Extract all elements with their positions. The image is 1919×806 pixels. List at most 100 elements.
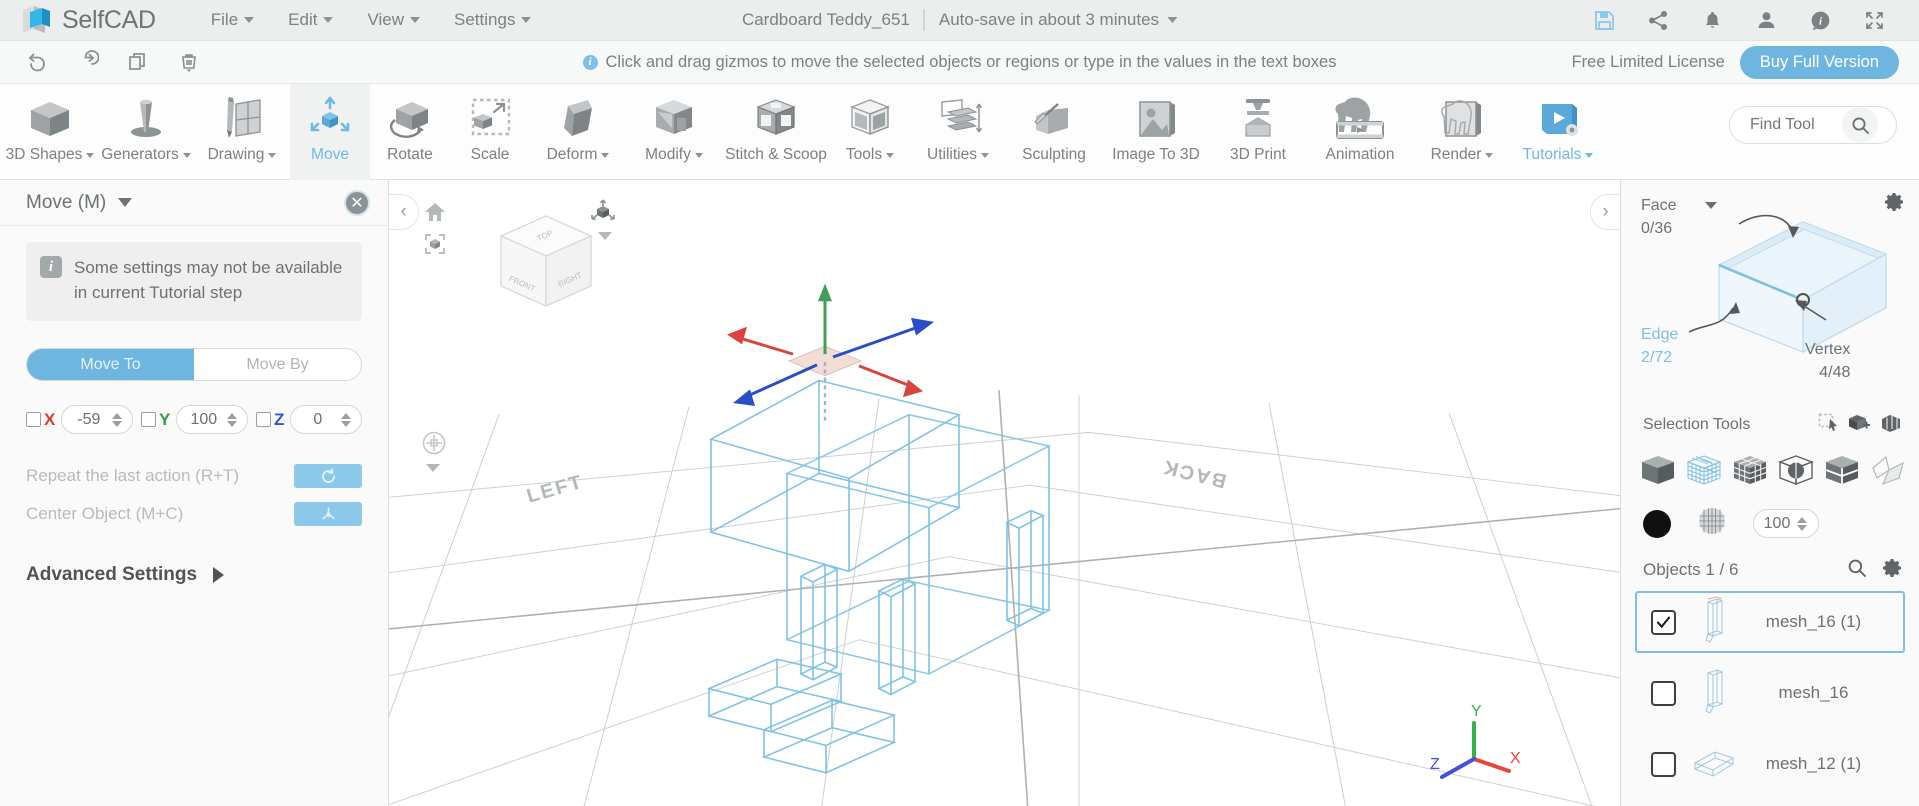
menu-item-settings[interactable]: Settings [437,6,548,34]
brush-color-swatch[interactable] [1643,509,1671,538]
object-checkbox[interactable] [1651,609,1676,635]
tool-tools[interactable]: Tools [830,84,910,180]
fullscreen-icon[interactable] [1847,0,1901,41]
center-object-icon[interactable] [294,502,362,527]
info-icon: i [40,256,62,278]
solid-cube-select-icon[interactable] [1637,450,1679,492]
axis-orientation-gizmo: Y X Z [1424,699,1524,794]
close-panel-button[interactable]: ✕ [344,189,370,216]
tool-deform[interactable]: Deform [530,84,626,180]
tool-render[interactable]: Render [1414,84,1510,180]
vertex-selection-mode[interactable]: Vertex 4/48 [1805,338,1850,384]
home-view-icon[interactable] [423,200,447,229]
info-icon[interactable]: i [1793,0,1847,41]
tool-utilities[interactable]: Utilities [910,84,1006,180]
navigation-cube[interactable]: TOP FRONT RIGHT [451,198,611,338]
vertex-mode-count: 4/48 [1819,364,1851,382]
flat-plane-select-icon[interactable] [1867,450,1909,492]
project-name[interactable]: Cardboard Teddy_651 [742,10,924,30]
buy-full-version-button[interactable]: Buy Full Version [1739,45,1899,79]
tool-modify[interactable]: Modify [626,84,722,180]
axis-x-stepper[interactable] [61,405,133,435]
save-icon[interactable] [1577,0,1631,41]
axis-z-checkbox[interactable] [255,412,271,428]
list-item[interactable]: mesh_16 [1635,662,1905,724]
tool-image-to-3d[interactable]: Image To 3D [1102,84,1210,180]
axis-y-stepper[interactable] [176,405,248,435]
wireframe-cube-select-icon[interactable] [1683,450,1725,492]
undo-icon[interactable] [10,41,61,84]
brand-logo-area[interactable]: SelfCAD [0,4,156,37]
share-icon[interactable] [1631,0,1685,41]
stepper-arrows[interactable] [341,412,352,427]
axis-y-input[interactable] [177,410,227,429]
tool-generators[interactable]: Generators [98,84,194,180]
axis-x-input[interactable] [62,410,112,429]
tool-3d-print[interactable]: 3D Print [1210,84,1306,180]
object-checkbox[interactable] [1651,751,1676,777]
tool-tutorials[interactable]: Tutorials [1510,84,1606,180]
selection-tools-label: Selection Tools [1643,416,1751,433]
menu-item-view[interactable]: View [350,6,437,34]
loop-selection-icon[interactable] [1881,413,1903,438]
selection-mode-dropdown-icon[interactable] [1705,202,1717,209]
redo-icon[interactable] [61,41,112,84]
autosave-status[interactable]: Auto-save in about 3 minutes [925,10,1178,30]
edge-selection-mode[interactable]: Edge 2/72 [1641,323,1678,369]
object-checkbox[interactable] [1651,680,1676,706]
brush-size-stepper[interactable] [1753,509,1819,538]
tools-icon [844,92,896,144]
left-panel-title[interactable]: Move (M) [26,192,133,214]
collapse-right-panel-button[interactable]: › [1590,194,1620,230]
advanced-settings-toggle[interactable]: Advanced Settings [26,564,362,586]
tool-sculpting[interactable]: Sculpting [1006,84,1102,180]
notifications-bell-icon[interactable] [1685,0,1739,41]
top-right-icon-group: i [1577,0,1919,41]
axis-y-checkbox[interactable] [140,412,156,428]
selection-settings-gear-icon[interactable] [1885,192,1905,217]
user-account-icon[interactable] [1739,0,1793,41]
search-icon[interactable] [1847,558,1867,583]
face-selection-mode[interactable]: Face 0/36 [1641,194,1677,240]
split-cube-select-icon[interactable] [1821,450,1863,492]
menu-item-file[interactable]: File [194,6,271,34]
brush-size-input[interactable] [1754,514,1796,533]
axis-z-input[interactable] [291,410,341,429]
tool-drawing[interactable]: Drawing [194,84,290,180]
perspective-camera-icon[interactable] [589,198,617,231]
3d-viewport[interactable]: LEFT BACK TOP FRONT RIGHT Y X Z ‹ › [389,180,1620,806]
list-item[interactable]: mesh_16 (1) [1635,591,1905,653]
stepper-arrows[interactable] [112,412,123,427]
stepper-arrows[interactable] [227,412,238,427]
menu-item-edit[interactable]: Edit [271,6,350,34]
axis-z-stepper[interactable] [290,405,362,435]
repeat-icon[interactable] [294,464,362,489]
copy-icon[interactable] [112,41,163,84]
rectangle-select-icon[interactable] [1818,413,1839,437]
chevron-down-icon [86,152,95,158]
find-tool-search[interactable] [1729,106,1897,144]
view-options-caret-icon[interactable] [598,232,612,240]
sphere-in-cube-select-icon[interactable] [1775,450,1817,492]
delete-icon[interactable] [163,41,214,84]
tool-3d-shapes[interactable]: 3D Shapes [2,84,98,180]
stepper-arrows[interactable] [1797,516,1807,531]
tool-rotate[interactable]: Rotate [370,84,450,180]
orbit-navigation-icon[interactable] [421,430,447,461]
move-by-button[interactable]: Move By [194,349,361,380]
tool-stitch-and-scoop[interactable]: Stitch & Scoop [722,84,830,180]
axis-x-checkbox[interactable] [26,412,41,428]
objects-settings-gear-icon[interactable] [1883,558,1903,583]
list-item[interactable]: mesh_12 (1) [1635,733,1905,795]
add-selection-icon[interactable] [1849,413,1871,438]
brush-texture-icon[interactable] [1697,506,1727,541]
subdivided-cube-select-icon[interactable] [1729,450,1771,492]
tool-scale[interactable]: Scale [450,84,530,180]
move-to-button[interactable]: Move To [27,349,194,381]
fit-to-view-icon[interactable] [423,232,447,261]
orbit-options-caret-icon[interactable] [426,464,440,472]
search-icon[interactable] [1842,107,1878,143]
find-tool-input[interactable] [1730,116,1842,134]
tool-move[interactable]: Move [290,84,370,180]
tool-animation[interactable]: Animation [1306,84,1414,180]
